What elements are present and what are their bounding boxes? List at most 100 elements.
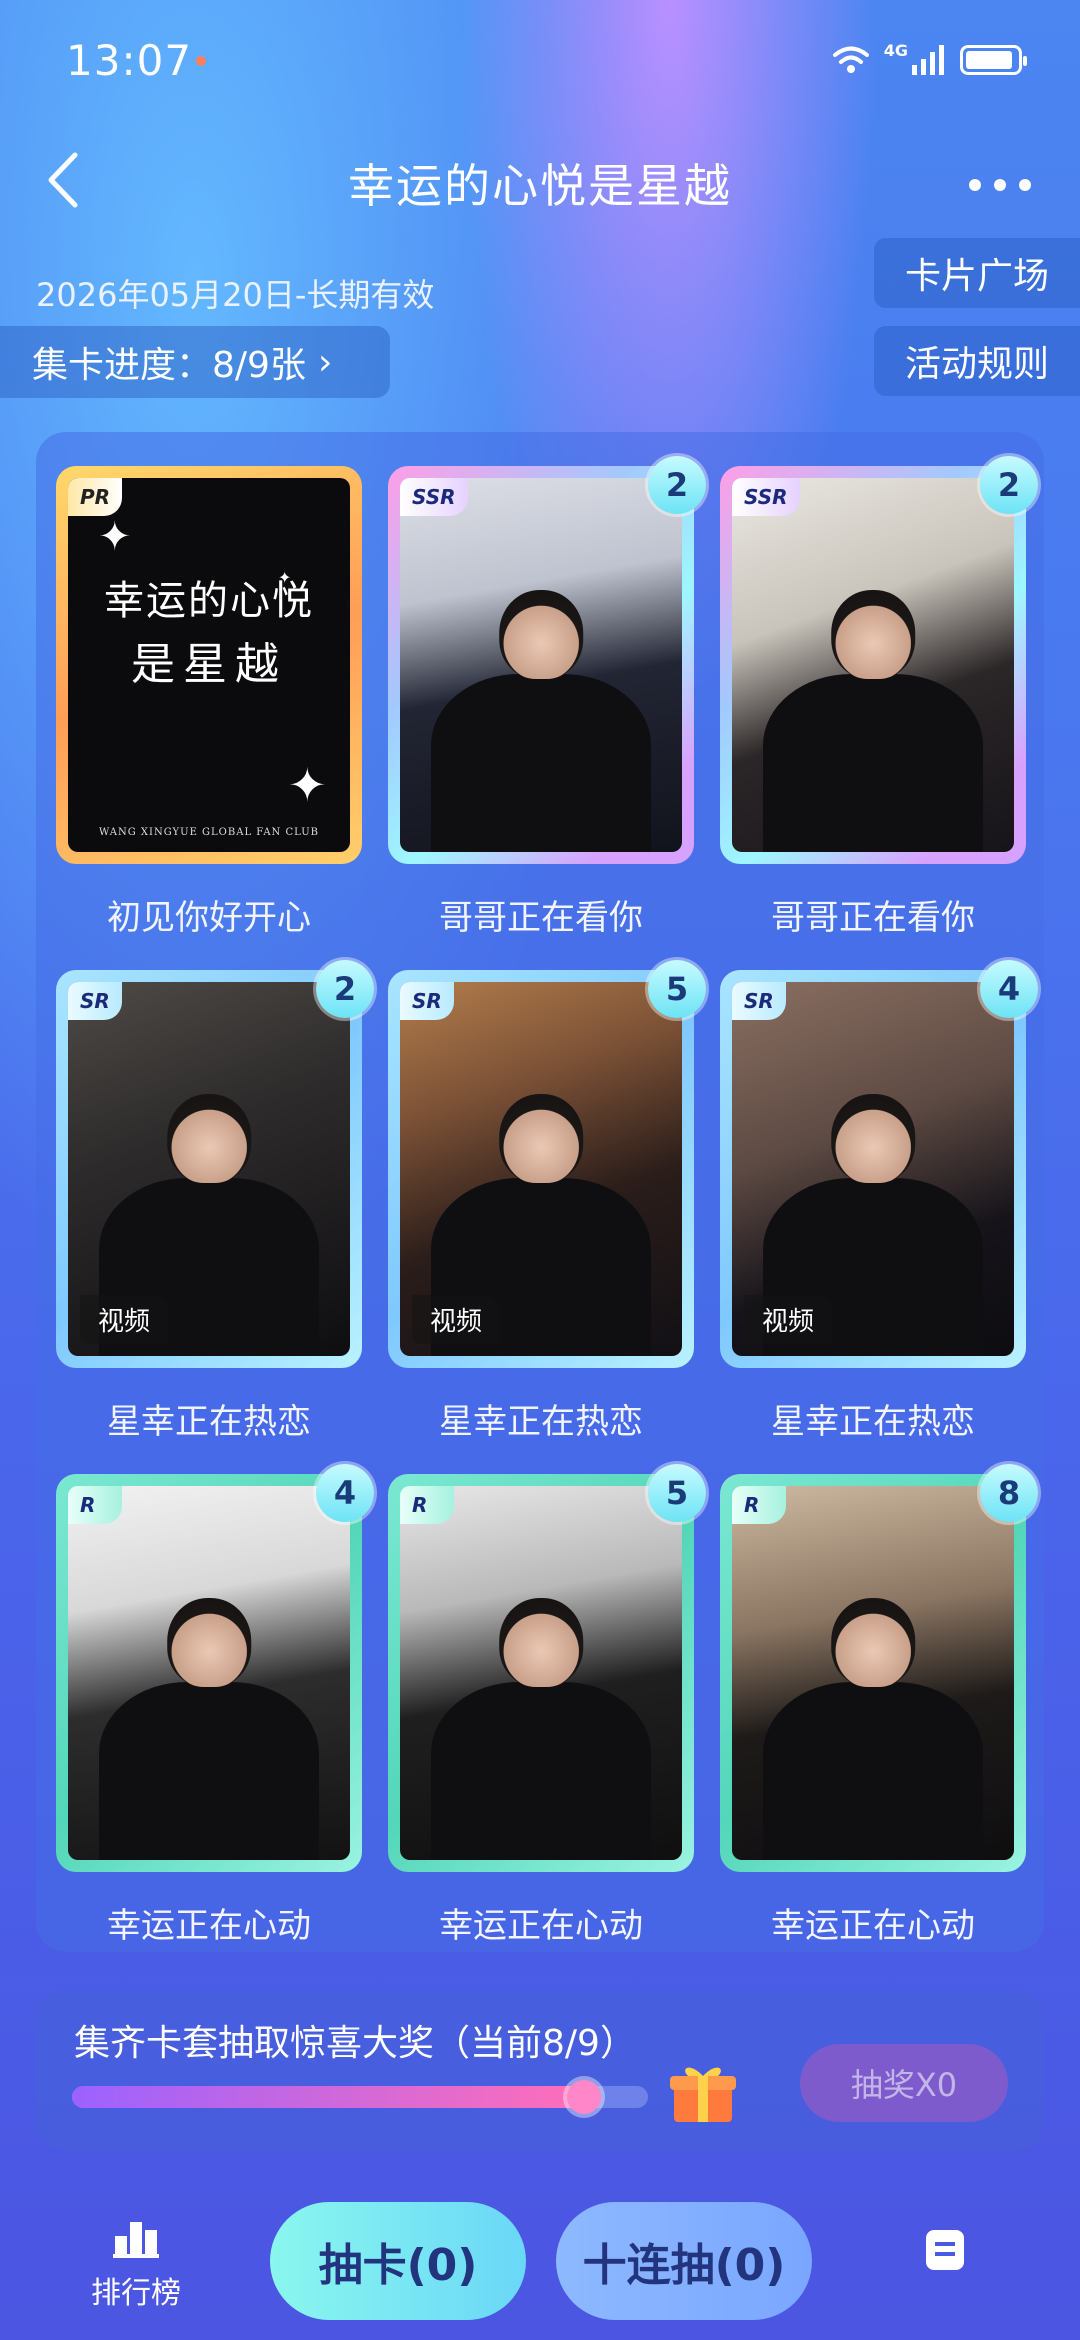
figure-head: [499, 590, 583, 680]
card-8[interactable]: R5: [388, 1464, 706, 1872]
card-9[interactable]: R8: [720, 1464, 1038, 1872]
status-icons: 4G: [832, 40, 1027, 80]
rules-button[interactable]: 活动规则: [874, 326, 1080, 396]
card-count-badge: 2: [980, 456, 1038, 514]
figure-head: [831, 1094, 915, 1184]
card-5[interactable]: 视频 SR 5: [388, 960, 706, 1368]
lottery-draw-button[interactable]: 抽奖X0: [800, 2044, 1008, 2122]
card-6[interactable]: 视频 SR 4: [720, 960, 1038, 1368]
video-tag: 视频: [744, 1295, 833, 1344]
collection-progress-label: 集卡进度：8/9张: [32, 345, 306, 386]
rarity-badge: SR: [732, 982, 786, 1020]
card-photo: [68, 1486, 350, 1860]
card-photo: 幸运的心悦是星越 WANG XINGYUE GLOBAL FAN CLUB ✦ ✦ ✦: [68, 478, 350, 852]
portrait-figure: [99, 1598, 319, 1860]
card-photo: [732, 478, 1014, 852]
back-button[interactable]: [40, 150, 84, 210]
figure-body: [431, 673, 651, 852]
network-type: 4G: [883, 41, 908, 60]
notification-dot: [196, 56, 206, 66]
draw-one-button[interactable]: 抽卡(0): [270, 2202, 526, 2320]
video-tag: 视频: [412, 1295, 501, 1344]
card-photo: 视频: [68, 982, 350, 1356]
lottery-progress-fill: [72, 2086, 584, 2108]
portrait-figure: [431, 1598, 651, 1860]
lottery-text: 集齐卡套抽取惊喜大奖（当前8/9）: [74, 2023, 636, 2064]
card-count-badge: 5: [648, 1464, 706, 1522]
card-name: 幸运正在心动: [771, 1906, 975, 1946]
figure-body: [763, 673, 983, 852]
signal-icon: [912, 45, 944, 75]
card-count-badge: 8: [980, 1464, 1038, 1522]
card-count-badge: 2: [648, 456, 706, 514]
card-name: 初见你好开心: [107, 898, 311, 938]
card-name: 哥哥正在看你: [771, 898, 975, 938]
card-4[interactable]: 视频 SR 2: [56, 960, 374, 1368]
card-photo: 视频: [400, 982, 682, 1356]
figure-head: [831, 1598, 915, 1688]
more-button[interactable]: [968, 158, 1032, 198]
calligraphy-line: 幸运的心悦: [104, 578, 314, 624]
page-title: 幸运的心悦是星越: [348, 159, 732, 213]
portrait-figure: [763, 590, 983, 852]
ranking-nav-item[interactable]: 排行榜: [76, 2218, 196, 2312]
chevron-left-icon: [48, 152, 78, 208]
validity-date: 2026年05月20日-长期有效: [36, 276, 435, 314]
video-tag: 视频: [80, 1295, 169, 1344]
card-name: 幸运正在心动: [439, 1906, 643, 1946]
rarity-badge: R: [400, 1486, 454, 1524]
fanclub-text: WANG XINGYUE GLOBAL FAN CLUB: [98, 827, 320, 838]
card-7[interactable]: R4: [56, 1464, 374, 1872]
wifi-icon: [832, 46, 869, 73]
note-icon[interactable]: [920, 2228, 970, 2272]
figure-head: [499, 1598, 583, 1688]
card-count-badge: 4: [980, 960, 1038, 1018]
card-3[interactable]: SSR 2: [720, 456, 1038, 864]
collection-progress-button[interactable]: 集卡进度：8/9张 ›: [0, 326, 390, 398]
figure-head: [831, 590, 915, 680]
portrait-figure: [431, 590, 651, 852]
figure-body: [431, 1681, 651, 1860]
chevron-right-icon: ›: [317, 341, 333, 383]
card-count-badge: 5: [648, 960, 706, 1018]
lottery-progress-knob: [567, 2080, 601, 2114]
rarity-badge: R: [68, 1486, 122, 1524]
status-time: 13:07: [66, 36, 193, 85]
card-1[interactable]: 幸运的心悦 是星越 WANG XINGYUE GLOBAL FAN CLUB ✦ ✦ ✦ P…: [56, 466, 362, 864]
rarity-badge: SR: [68, 982, 122, 1020]
card-2[interactable]: SSR 2: [388, 456, 706, 864]
calligraphy-line: 是星越: [131, 639, 287, 690]
figure-head: [499, 1094, 583, 1184]
draw-ten-button[interactable]: 十连抽(0): [556, 2202, 812, 2320]
card-photo: [400, 478, 682, 852]
card-name: 幸运正在心动: [107, 1906, 311, 1946]
figure-body: [99, 1681, 319, 1860]
figure-body: [763, 1681, 983, 1860]
card-name: 星幸正在热恋: [771, 1402, 975, 1442]
card-name: 星幸正在热恋: [439, 1402, 643, 1442]
card-photo: 视频: [732, 982, 1014, 1356]
card-plaza-button[interactable]: 卡片广场: [874, 238, 1080, 308]
figure-head: [167, 1598, 251, 1688]
more-dots-icon: [969, 179, 1031, 191]
battery-icon: [960, 45, 1027, 75]
ranking-label: 排行榜: [91, 2276, 181, 2311]
card-count-badge: 2: [316, 960, 374, 1018]
rarity-badge: SSR: [400, 478, 468, 516]
rarity-badge: SSR: [732, 478, 800, 516]
podium-icon: [113, 2222, 159, 2258]
sparkle-icon: ✦: [98, 514, 132, 560]
card-photo: [400, 1486, 682, 1860]
rarity-badge: PR: [68, 478, 123, 516]
card-count-badge: 4: [316, 1464, 374, 1522]
sparkle-icon: ✦: [288, 758, 327, 812]
portrait-figure: [763, 1598, 983, 1860]
sparkle-icon: ✦: [278, 568, 292, 587]
rarity-badge: SR: [400, 982, 454, 1020]
card-photo: [732, 1486, 1014, 1860]
rarity-badge: R: [732, 1486, 786, 1524]
card-name: 哥哥正在看你: [439, 898, 643, 938]
card-name: 星幸正在热恋: [107, 1402, 311, 1442]
figure-head: [167, 1094, 251, 1184]
gift-box-icon: [670, 2067, 736, 2122]
